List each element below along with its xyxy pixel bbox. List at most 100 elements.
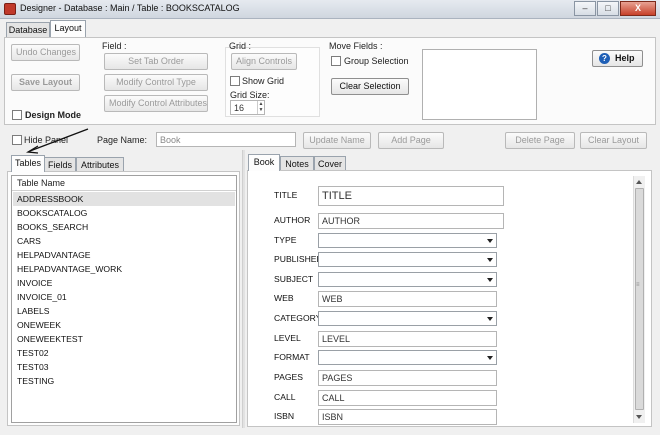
show-grid-label: Show Grid xyxy=(242,76,285,86)
undo-changes-button[interactable]: Undo Changes xyxy=(11,44,80,61)
close-icon: X xyxy=(634,3,641,13)
maximize-button[interactable]: □ xyxy=(597,1,619,16)
chevron-down-icon xyxy=(487,317,493,321)
save-layout-button[interactable]: Save Layout xyxy=(11,74,80,91)
title-field[interactable]: TITLE xyxy=(318,186,504,206)
group-selection-checkbox[interactable] xyxy=(331,56,341,66)
group-selection-label: Group Selection xyxy=(344,56,409,66)
field-label-pages: PAGES xyxy=(274,372,303,382)
modify-control-attributes-button[interactable]: Modify Control Attributes xyxy=(104,95,208,112)
app-icon xyxy=(4,3,16,15)
field-label-call: CALL xyxy=(274,392,296,402)
page-name-input[interactable]: Book xyxy=(156,132,296,147)
field-label-format: FORMAT xyxy=(274,352,310,362)
title-bar: Designer - Database : Main / Table : BOO… xyxy=(0,0,660,19)
table-row[interactable]: HELPADVANTAGE xyxy=(13,248,235,262)
form-area: TITLE TITLE AUTHOR AUTHOR TYPE PUBLISHED SUBJE… xyxy=(247,170,637,427)
window-title: Designer - Database : Main / Table : BOO… xyxy=(20,3,240,13)
field-label-subject: SUBJECT xyxy=(274,274,314,284)
field-label-isbn: ISBN xyxy=(274,411,295,421)
field-label-level: LEVEL xyxy=(274,333,301,343)
splitter[interactable] xyxy=(242,150,245,428)
annotation-arrow-icon xyxy=(25,128,89,154)
field-label-published: PUBLISHED xyxy=(274,254,323,264)
pages-field[interactable]: PAGES xyxy=(318,370,497,386)
table-row[interactable]: ADDRESSBOOK xyxy=(13,192,235,206)
tables-listbox[interactable]: Table Name ADDRESSBOOK BOOKSCATALOG BOOKS_… xyxy=(11,175,237,423)
field-label-category: CATEGORY xyxy=(274,313,322,323)
grid-group-label: Grid : xyxy=(229,41,252,51)
field-group-label: Field : xyxy=(102,41,127,51)
call-field[interactable]: CALL xyxy=(318,390,497,406)
level-field[interactable]: LEVEL xyxy=(318,331,497,347)
move-fields-box[interactable] xyxy=(422,49,537,120)
tab-layout[interactable]: Layout xyxy=(50,20,86,37)
help-button[interactable]: ? Help xyxy=(592,50,643,67)
set-tab-order-button[interactable]: Set Tab Order xyxy=(104,53,208,70)
scroll-thumb[interactable] xyxy=(635,188,644,410)
design-mode-checkbox[interactable] xyxy=(12,110,22,120)
table-row[interactable]: HELPADVANTAGE_WORK xyxy=(13,262,235,276)
window-controls: – □ X xyxy=(573,1,656,16)
help-icon: ? xyxy=(599,53,610,64)
table-row[interactable]: TESTING xyxy=(13,374,235,388)
thumb-grip-icon: ≡ xyxy=(636,282,640,288)
field-label-author: AUTHOR xyxy=(274,215,311,225)
help-label: Help xyxy=(615,53,635,63)
field-label-title: TITLE xyxy=(274,190,298,200)
tab-tables[interactable]: Tables xyxy=(11,155,45,172)
isbn-field[interactable]: ISBN xyxy=(318,409,497,425)
table-row[interactable]: TEST02 xyxy=(13,346,235,360)
table-row[interactable]: TEST03 xyxy=(13,360,235,374)
table-row[interactable]: ONEWEEKTEST xyxy=(13,332,235,346)
spinner-arrows-icon[interactable]: ▲ ▼ xyxy=(257,101,264,114)
design-mode-label: Design Mode xyxy=(25,110,82,120)
close-button[interactable]: X xyxy=(620,1,656,16)
chevron-down-icon xyxy=(487,258,493,262)
table-name-header: Table Name xyxy=(12,176,236,191)
tab-attributes[interactable]: Attributes xyxy=(76,157,124,172)
format-select[interactable] xyxy=(318,350,497,365)
tab-cover[interactable]: Cover xyxy=(314,156,346,171)
minimize-icon: – xyxy=(582,3,588,13)
scroll-down-icon[interactable] xyxy=(636,415,642,419)
type-select[interactable] xyxy=(318,233,497,248)
maximize-icon: □ xyxy=(605,3,611,13)
grid-size-label: Grid Size: xyxy=(230,90,270,100)
chevron-down-icon xyxy=(487,356,493,360)
scroll-up-icon[interactable] xyxy=(636,180,642,184)
table-row[interactable]: ONEWEEK xyxy=(13,318,235,332)
author-field[interactable]: AUTHOR xyxy=(318,213,504,229)
show-grid-checkbox[interactable] xyxy=(230,76,240,86)
chevron-down-icon xyxy=(487,239,493,243)
grid-size-value: 16 xyxy=(234,103,245,113)
clear-layout-button[interactable]: Clear Layout xyxy=(580,132,647,149)
table-row[interactable]: LABELS xyxy=(13,304,235,318)
subject-select[interactable] xyxy=(318,272,497,287)
update-name-button[interactable]: Update Name xyxy=(303,132,371,149)
table-row[interactable]: BOOKS_SEARCH xyxy=(13,220,235,234)
category-select[interactable] xyxy=(318,311,497,326)
web-field[interactable]: WEB xyxy=(318,291,497,307)
tab-database[interactable]: Database xyxy=(6,22,50,37)
align-controls-button[interactable]: Align Controls xyxy=(231,53,297,70)
delete-page-button[interactable]: Delete Page xyxy=(505,132,575,149)
chevron-down-icon xyxy=(487,278,493,282)
tab-fields[interactable]: Fields xyxy=(44,157,76,172)
move-fields-label: Move Fields : xyxy=(329,41,383,51)
table-row[interactable]: CARS xyxy=(13,234,235,248)
published-select[interactable] xyxy=(318,252,497,267)
table-row[interactable]: INVOICE xyxy=(13,276,235,290)
add-page-button[interactable]: Add Page xyxy=(378,132,444,149)
table-row[interactable]: BOOKSCATALOG xyxy=(13,206,235,220)
page-name-label: Page Name: xyxy=(97,135,148,145)
table-row[interactable]: INVOICE_01 xyxy=(13,290,235,304)
form-scrollbar[interactable]: ≡ xyxy=(633,176,645,423)
field-label-web: WEB xyxy=(274,293,294,303)
field-label-type: TYPE xyxy=(274,235,297,245)
minimize-button[interactable]: – xyxy=(574,1,596,16)
clear-selection-button[interactable]: Clear Selection xyxy=(331,78,409,95)
tab-notes[interactable]: Notes xyxy=(280,156,314,171)
modify-control-type-button[interactable]: Modify Control Type xyxy=(104,74,208,91)
tab-book[interactable]: Book xyxy=(248,154,280,171)
